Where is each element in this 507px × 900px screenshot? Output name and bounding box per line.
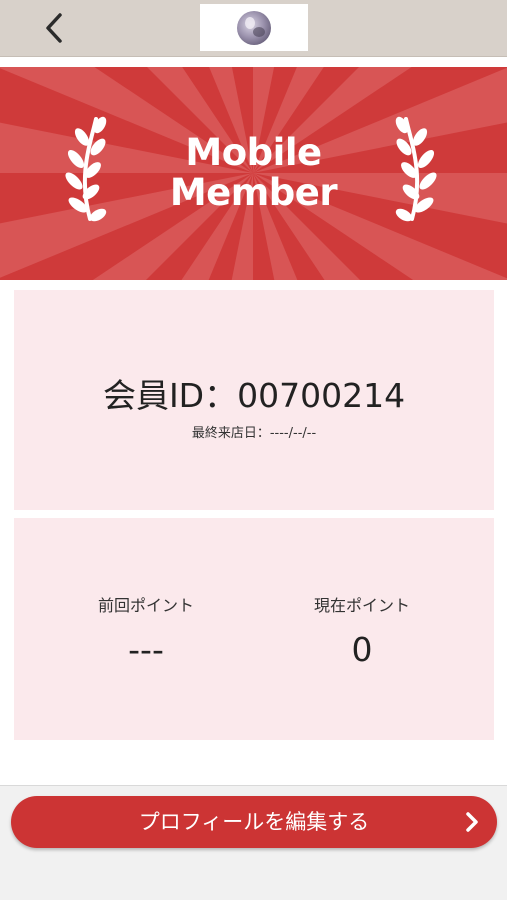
mobile-member-banner: Mobile Member [0, 67, 507, 280]
back-button[interactable] [34, 8, 74, 48]
chevron-left-icon [46, 13, 62, 43]
current-points-value: 0 [351, 630, 373, 669]
last-visit-label: 最終来店日： [191, 426, 270, 441]
laurel-branch-icon [395, 116, 437, 222]
previous-points-label: 前回ポイント [97, 596, 194, 615]
shop-logo [200, 4, 308, 51]
member-id-panel: 会員ID：00700214 最終来店日：----/--/-- [14, 290, 494, 510]
last-visit-value: ----/--/-- [269, 426, 317, 441]
member-id-value: 00700214 [237, 376, 406, 415]
previous-points-value: --- [128, 630, 164, 669]
edit-profile-button[interactable]: プロフィールを編集する [11, 796, 497, 848]
shop-logo-image [237, 10, 271, 45]
member-content: 会員ID：00700214 最終来店日：----/--/-- 前回ポイント --… [0, 280, 507, 785]
points-panel: 前回ポイント --- 現在ポイント 0 [14, 518, 494, 740]
member-id-label: 会員ID： [102, 376, 238, 415]
edit-profile-label: プロフィールを編集する [138, 810, 370, 834]
mobile-member-screen: Mobile Member 会員ID：00700214 最終来店日：----/-… [0, 0, 507, 900]
chevron-right-icon [466, 812, 478, 832]
top-navbar [0, 0, 507, 57]
navbar-spacer [0, 57, 507, 67]
last-visit-display: 最終来店日：----/--/-- [14, 426, 494, 442]
current-points-label: 現在ポイント [313, 596, 410, 615]
member-id-display: 会員ID：00700214 [14, 376, 494, 416]
